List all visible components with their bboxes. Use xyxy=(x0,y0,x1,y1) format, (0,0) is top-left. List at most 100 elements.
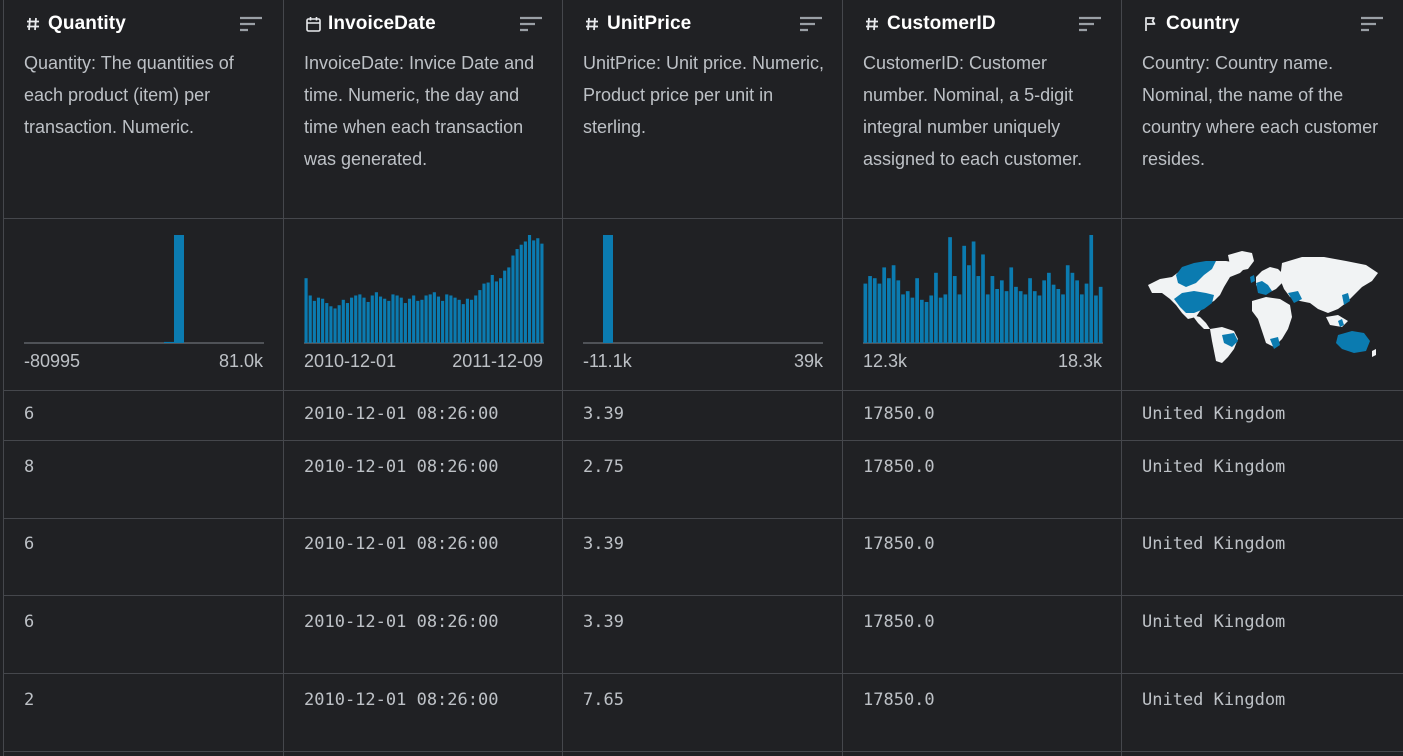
histogram-bar[interactable] xyxy=(354,295,358,343)
histogram-bar[interactable] xyxy=(461,304,465,343)
histogram-bar[interactable] xyxy=(536,238,540,343)
histogram-bar[interactable] xyxy=(938,297,943,343)
histogram-bar[interactable] xyxy=(164,341,174,343)
histogram-bar[interactable] xyxy=(308,295,312,343)
column-title[interactable]: Quantity xyxy=(48,13,126,35)
sort-icon[interactable] xyxy=(799,14,823,34)
histogram-bar[interactable] xyxy=(515,249,519,343)
histogram-bar[interactable] xyxy=(905,291,910,343)
histogram-bar[interactable] xyxy=(995,289,999,343)
histogram-bar[interactable] xyxy=(304,278,308,343)
histogram-bar[interactable] xyxy=(395,295,399,343)
histogram-bar[interactable] xyxy=(976,276,981,343)
histogram-bar[interactable] xyxy=(981,254,985,343)
histogram-bar[interactable] xyxy=(1056,289,1061,343)
histogram-bar[interactable] xyxy=(1037,295,1042,343)
histogram-bar[interactable] xyxy=(1065,265,1070,343)
column-title[interactable]: Country xyxy=(1166,13,1240,35)
table-cell[interactable]: 2010-12-01 08:26:00 xyxy=(284,596,563,674)
histogram-bar[interactable] xyxy=(174,235,184,343)
histogram-bar[interactable] xyxy=(1084,283,1089,343)
table-cell[interactable]: 17850.0 xyxy=(843,519,1122,596)
histogram-bar[interactable] xyxy=(482,283,486,343)
histogram-bar[interactable] xyxy=(1070,272,1075,343)
histogram-bar[interactable] xyxy=(1047,272,1051,343)
histogram-bar[interactable] xyxy=(527,235,532,343)
histogram-bar[interactable] xyxy=(863,283,868,343)
histogram-bar[interactable] xyxy=(494,281,498,343)
histogram-bar[interactable] xyxy=(919,299,924,343)
histogram-bar[interactable] xyxy=(1042,280,1047,343)
histogram-bar[interactable] xyxy=(1051,284,1056,343)
sort-icon[interactable] xyxy=(519,14,543,34)
histogram-bar[interactable] xyxy=(967,265,971,343)
histogram-bar[interactable] xyxy=(416,300,420,343)
histogram-bar[interactable] xyxy=(962,245,967,343)
histogram-bar[interactable] xyxy=(1009,267,1014,343)
histogram-bar[interactable] xyxy=(924,301,929,343)
histogram-bar[interactable] xyxy=(387,300,391,343)
histogram-bar[interactable] xyxy=(519,244,523,343)
histogram-bar[interactable] xyxy=(1079,294,1084,343)
sort-icon[interactable] xyxy=(239,14,263,34)
table-cell[interactable]: 2010-12-01 08:26:00 xyxy=(284,674,563,752)
histogram-bar[interactable] xyxy=(325,303,329,343)
column-title[interactable]: UnitPrice xyxy=(607,13,691,35)
histogram-bar[interactable] xyxy=(383,298,387,343)
histogram-bar[interactable] xyxy=(891,265,896,343)
histogram-bar[interactable] xyxy=(887,278,891,343)
histogram-bar[interactable] xyxy=(523,241,527,343)
histogram-bar[interactable] xyxy=(374,292,378,343)
histogram-bar[interactable] xyxy=(511,255,515,343)
histogram-bar[interactable] xyxy=(457,299,461,343)
histogram-bar[interactable] xyxy=(470,299,474,343)
histogram-bar[interactable] xyxy=(603,235,613,343)
sort-icon[interactable] xyxy=(1078,14,1102,34)
table-cell[interactable]: 2010-12-01 08:26:00 xyxy=(284,441,563,519)
histogram-bar[interactable] xyxy=(948,237,952,343)
table-cell[interactable]: 17850.0 xyxy=(843,674,1122,752)
table-cell[interactable]: 17850.0 xyxy=(843,391,1122,441)
histogram-bar[interactable] xyxy=(358,294,362,343)
histogram-bar[interactable] xyxy=(391,294,395,343)
histogram-bar[interactable] xyxy=(370,295,374,343)
histogram-bar[interactable] xyxy=(1075,280,1079,343)
histogram-bar[interactable] xyxy=(1014,286,1018,343)
histogram-bar[interactable] xyxy=(532,240,536,343)
histogram-bar[interactable] xyxy=(910,297,915,343)
histogram-bar[interactable] xyxy=(486,282,490,343)
table-cell[interactable]: 7.65 xyxy=(563,674,843,752)
histogram-bar[interactable] xyxy=(507,267,511,343)
histogram-bar[interactable] xyxy=(872,278,877,343)
column-title[interactable]: InvoiceDate xyxy=(328,13,436,35)
table-cell[interactable]: United Kingdom xyxy=(1122,441,1403,519)
histogram-bar[interactable] xyxy=(1098,286,1103,343)
histogram-bar[interactable] xyxy=(503,270,507,343)
table-cell[interactable]: 3.39 xyxy=(563,596,843,674)
histogram-bar[interactable] xyxy=(952,276,957,343)
table-cell[interactable]: 2.75 xyxy=(563,441,843,519)
histogram-bar[interactable] xyxy=(999,280,1004,343)
histogram-bar[interactable] xyxy=(1028,278,1032,343)
histogram-bar[interactable] xyxy=(498,278,503,343)
histogram-bar[interactable] xyxy=(540,243,544,343)
histogram-bar[interactable] xyxy=(337,305,341,343)
table-cell[interactable]: 2010-12-01 08:26:00 xyxy=(284,391,563,441)
column-title[interactable]: CustomerID xyxy=(887,13,996,35)
table-cell[interactable]: 3.39 xyxy=(563,519,843,596)
histogram-bar[interactable] xyxy=(474,295,478,343)
histogram-bar[interactable] xyxy=(329,306,333,343)
histogram-bar[interactable] xyxy=(445,294,449,343)
histogram-bar[interactable] xyxy=(428,294,432,343)
histogram-bar[interactable] xyxy=(345,303,350,343)
histogram-bar[interactable] xyxy=(407,298,412,343)
histogram-bar[interactable] xyxy=(321,298,325,343)
sort-icon[interactable] xyxy=(1360,14,1384,34)
histogram-bar[interactable] xyxy=(1023,294,1028,343)
table-cell[interactable]: 8 xyxy=(4,441,283,519)
histogram-bar[interactable] xyxy=(420,299,424,343)
histogram-bar[interactable] xyxy=(366,301,370,343)
histogram-bar[interactable] xyxy=(378,296,383,343)
histogram-bar[interactable] xyxy=(957,294,962,343)
histogram-bar[interactable] xyxy=(985,294,990,343)
